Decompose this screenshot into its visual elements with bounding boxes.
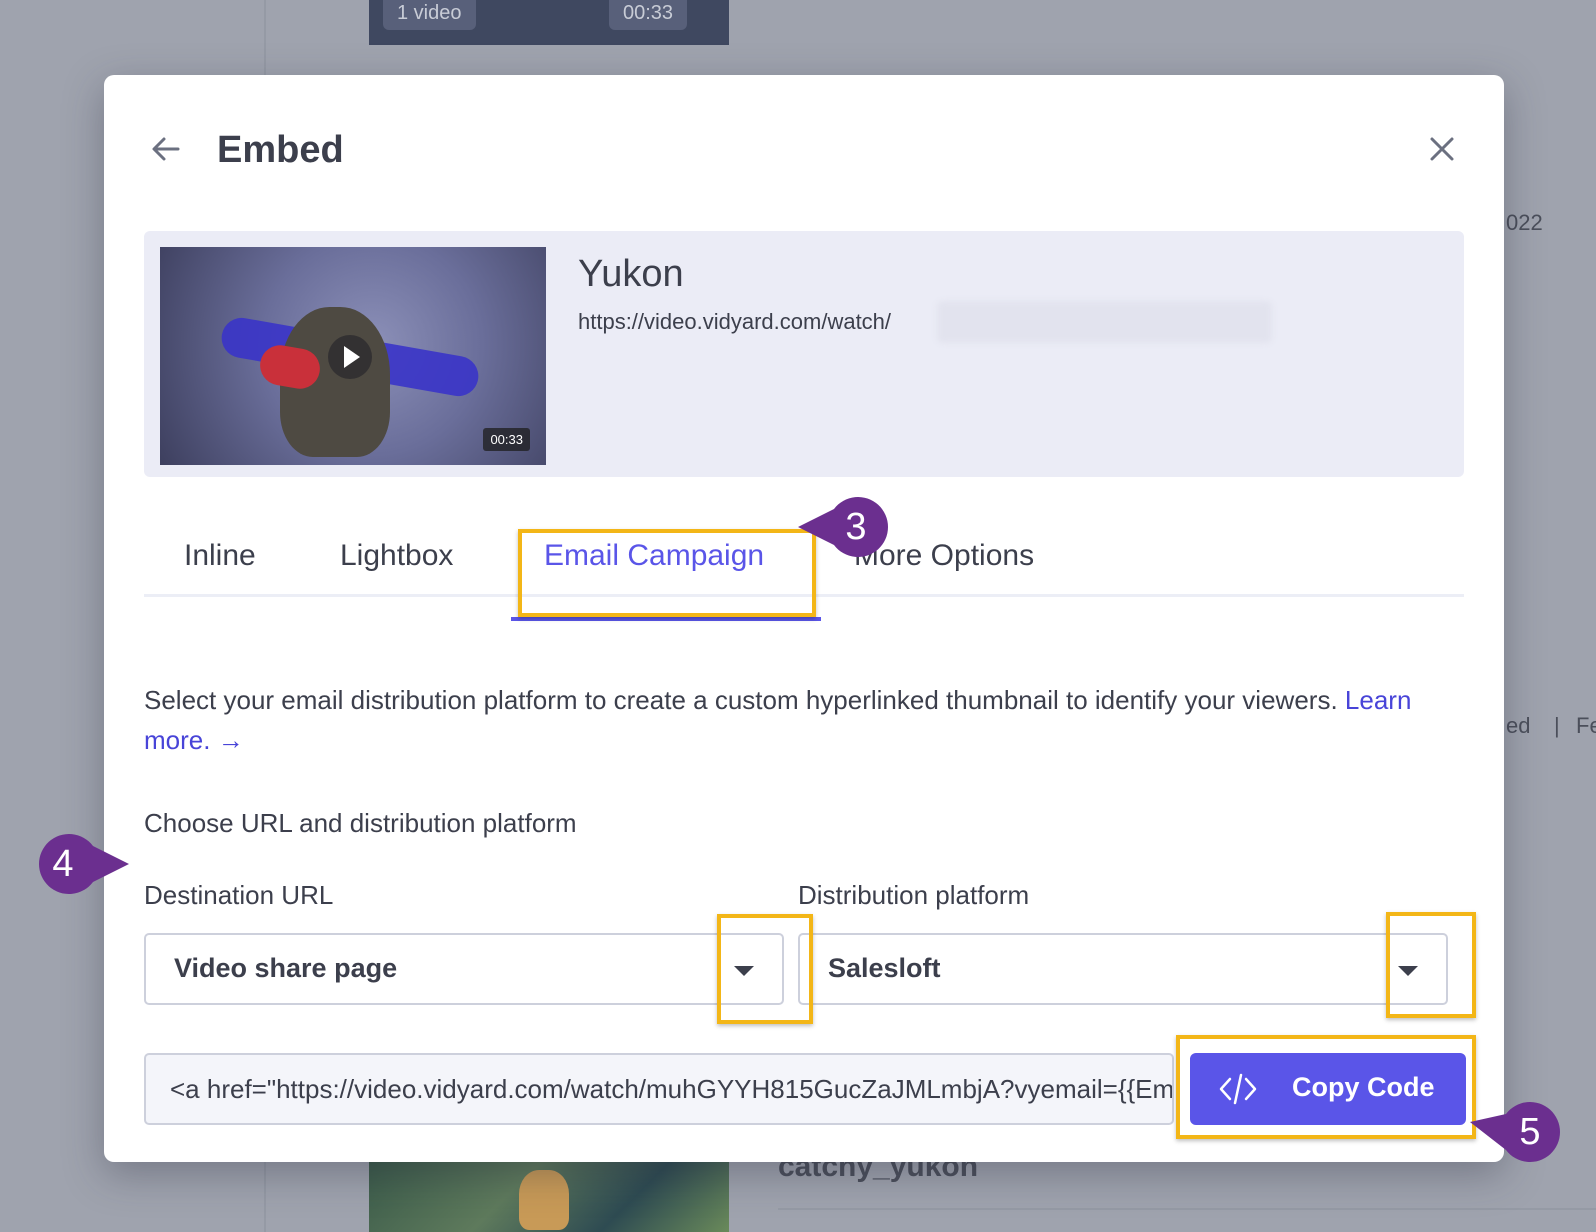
dog-image <box>519 1170 569 1230</box>
background-separator: | <box>1554 713 1560 738</box>
marker-number: 5 <box>1519 1111 1541 1153</box>
background-video-thumbnail <box>369 1162 729 1232</box>
distribution-platform-label: Distribution platform <box>798 880 1030 910</box>
video-name: Yukon <box>578 253 684 295</box>
description-text: Select your email distribution platform … <box>144 685 1338 715</box>
background-text-2: Fe <box>1576 713 1596 738</box>
playlist-duration: 00:33 <box>609 0 688 30</box>
annotation-marker-5: 5 <box>1470 1102 1560 1162</box>
highlight-copy-button <box>1176 1035 1476 1139</box>
destination-url-value: Video share page <box>174 953 398 983</box>
destination-url-label: Destination URL <box>144 880 334 910</box>
highlight-email-tab <box>518 529 816 617</box>
modal-title: Embed <box>217 129 344 171</box>
video-thumbnail[interactable]: 00:33 <box>160 247 546 465</box>
marker-number: 4 <box>52 843 74 885</box>
video-card: 00:33 Yukon https://video.vidyard.com/wa… <box>144 231 1464 477</box>
background-date: 022 <box>1506 210 1543 235</box>
arrow-left-icon[interactable] <box>148 131 184 167</box>
embed-code-field[interactable]: <a href="https://video.vidyard.com/watch… <box>144 1053 1174 1125</box>
embed-code: <a href="https://video.vidyard.com/watch… <box>170 1074 1174 1104</box>
redacted-url <box>937 301 1272 343</box>
background-text: ed <box>1506 713 1531 738</box>
playlist-count: 1 video <box>383 0 476 30</box>
highlight-platform-dropdown <box>1386 912 1476 1018</box>
tab-lightbox[interactable]: Lightbox <box>340 539 453 573</box>
marker-number: 3 <box>845 506 867 548</box>
highlight-destination-dropdown <box>717 914 813 1024</box>
distribution-platform-value: Salesloft <box>828 953 941 983</box>
play-icon[interactable] <box>328 335 372 379</box>
description: Select your email distribution platform … <box>144 680 1424 760</box>
destination-url-select[interactable]: Video share page <box>144 933 784 1005</box>
background-rule <box>778 1208 1596 1210</box>
annotation-marker-4: 4 <box>33 834 129 894</box>
arrow-right-icon[interactable]: → <box>218 725 244 755</box>
annotation-marker-3: 3 <box>798 497 888 557</box>
active-tab-indicator <box>511 617 821 621</box>
distribution-platform-select[interactable]: Salesloft <box>798 933 1448 1005</box>
tab-inline[interactable]: Inline <box>184 539 256 573</box>
background-playlist-thumbnail: 1 video 00:33 <box>369 0 729 45</box>
section-label: Choose URL and distribution platform <box>144 808 577 838</box>
video-url: https://video.vidyard.com/watch/ <box>578 309 892 334</box>
video-duration: 00:33 <box>483 428 530 451</box>
close-icon[interactable] <box>1427 134 1457 164</box>
